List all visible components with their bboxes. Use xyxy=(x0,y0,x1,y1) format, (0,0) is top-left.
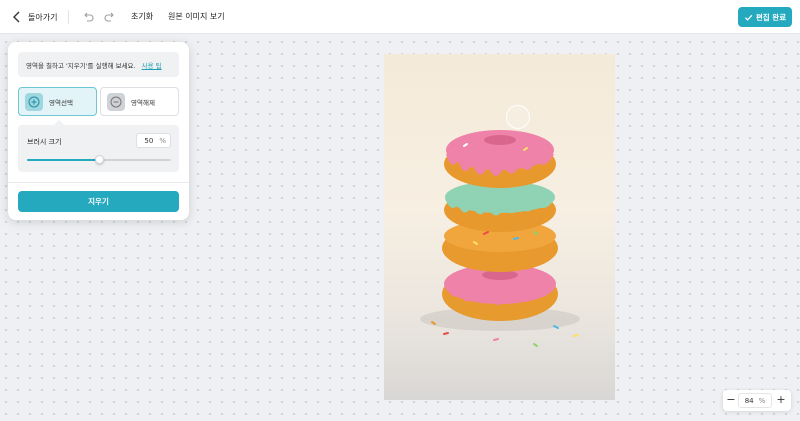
slider-fill xyxy=(27,159,99,161)
tip-text: 영역을 칠하고 '지우기'를 실행해 보세요. xyxy=(26,61,136,70)
view-original-button[interactable]: 원본 이미지 보기 xyxy=(168,11,225,22)
zoom-in-button[interactable]: + xyxy=(775,393,787,407)
back-button[interactable]: 돌아가기 xyxy=(12,9,57,25)
zoom-value: 84 xyxy=(744,396,754,405)
brush-add-icon xyxy=(25,92,43,111)
slider-thumb[interactable] xyxy=(94,155,104,164)
zoom-input[interactable]: 84 % xyxy=(738,393,772,408)
back-label: 돌아가기 xyxy=(28,12,58,22)
reset-button[interactable]: 초기화 xyxy=(131,11,153,22)
eraser-panel: 영역을 칠하고 '지우기'를 실행해 보세요. 사용 팁 영역선택 영역해제 브… xyxy=(8,42,189,220)
done-button[interactable]: 편집 완료 xyxy=(738,7,792,27)
done-label: 편집 완료 xyxy=(755,12,787,22)
brush-cursor xyxy=(506,105,530,129)
brush-size-value: 50 xyxy=(144,136,154,145)
select-area-label: 영역선택 xyxy=(49,98,73,107)
erase-button[interactable]: 지우기 xyxy=(18,191,179,212)
top-toolbar: 돌아가기 초기화 원본 이미지 보기 편집 완료 xyxy=(0,0,800,34)
brush-remove-icon xyxy=(107,92,125,111)
deselect-area-label: 영역해제 xyxy=(131,98,155,107)
usage-tip-link[interactable]: 사용 팁 xyxy=(142,60,162,70)
zoom-control: − 84 % + xyxy=(723,390,791,411)
brush-size-box: 브러시 크기 50 % xyxy=(18,125,179,172)
select-area-button[interactable]: 영역선택 xyxy=(18,87,97,116)
zoom-unit: % xyxy=(758,396,766,405)
deselect-area-button[interactable]: 영역해제 xyxy=(100,87,179,116)
redo-icon[interactable] xyxy=(103,10,117,24)
panel-divider xyxy=(8,182,189,183)
undo-icon[interactable] xyxy=(81,10,95,24)
tip-box: 영역을 칠하고 '지우기'를 실행해 보세요. 사용 팁 xyxy=(18,52,179,77)
toolbar-divider xyxy=(68,10,69,24)
donut-stack-image xyxy=(420,130,580,347)
zoom-out-button[interactable]: − xyxy=(725,393,737,407)
chevron-left-icon xyxy=(13,11,20,23)
brush-size-input[interactable]: 50 % xyxy=(136,133,171,148)
check-icon xyxy=(744,14,753,21)
brush-size-label: 브러시 크기 xyxy=(27,138,62,146)
canvas-image[interactable] xyxy=(384,54,615,400)
brush-size-unit: % xyxy=(159,136,166,145)
